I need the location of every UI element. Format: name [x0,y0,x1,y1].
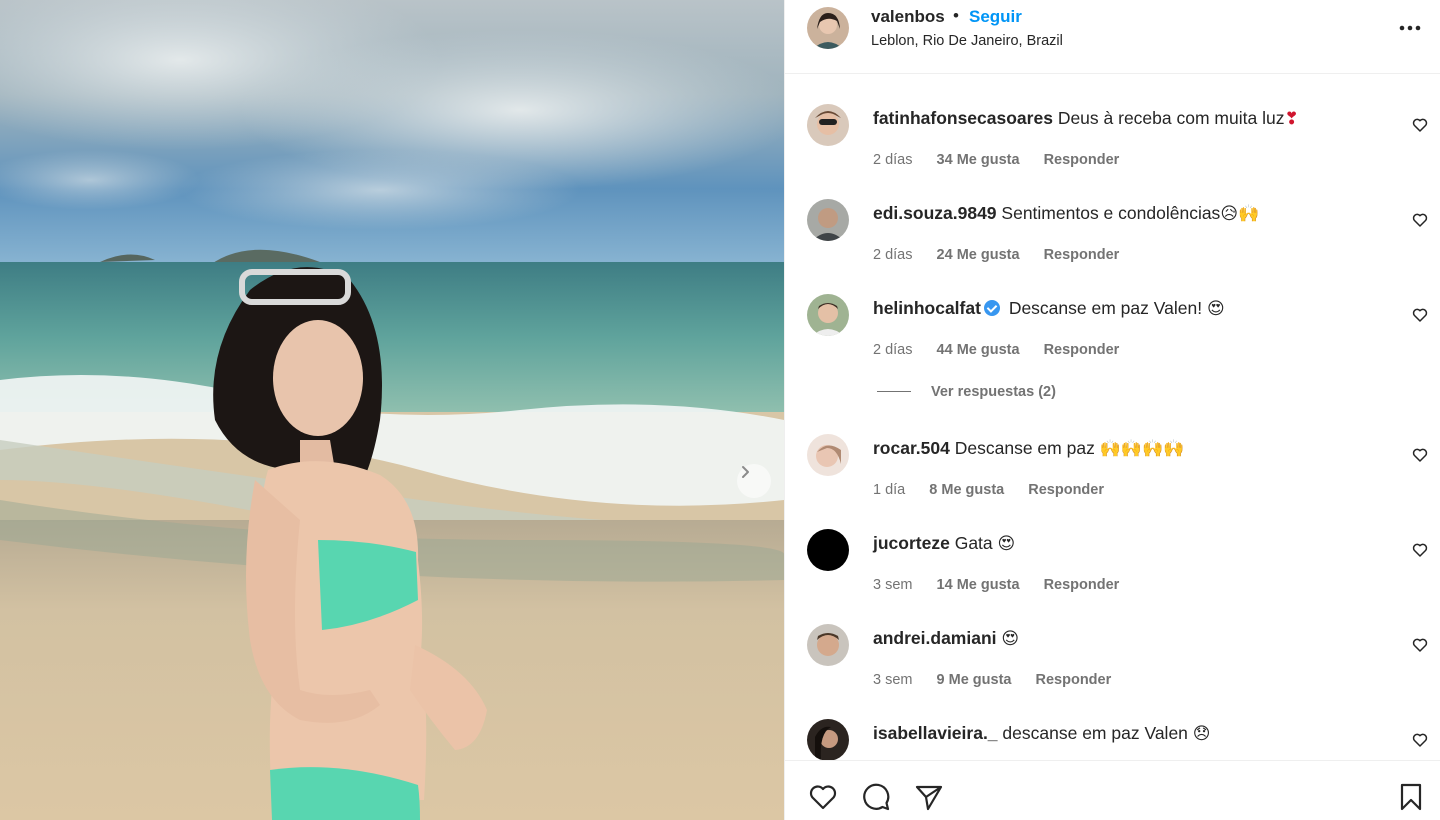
comment-body: Descanse em paz [954,438,1095,458]
commenter-avatar[interactable] [807,199,849,241]
comment-likes[interactable]: 8 Me gusta [929,482,1004,498]
bookmark-icon[interactable] [1395,781,1427,813]
comment-time: 2 días [873,152,913,168]
comment-text-line: edi.souza.9849 Sentimentos e condolência… [873,203,1259,224]
comment-body: Gata [954,533,993,553]
comment-meta: 1 día 8 Me gusta Responder [873,482,1124,498]
comment-item: helinhocalfat Descanse em paz Valen! 😍 2… [785,286,1440,378]
commenter-avatar[interactable] [807,529,849,571]
comment-username[interactable]: andrei.damiani [873,628,997,648]
beach-photo-image [0,0,784,820]
comment-likes[interactable]: 44 Me gusta [937,342,1020,358]
comment-text-line: isabellavieira._ descanse em paz Valen 😞 [873,723,1211,744]
heart-eyes-emoji: 😍 [997,534,1016,554]
comment-meta: 3 sem 9 Me gusta Responder [873,672,1131,688]
comment-text-line: andrei.damiani 😍 [873,628,1019,649]
comment-likes[interactable]: 9 Me gusta [937,672,1012,688]
view-replies-label: Ver respuestas (2) [931,384,1056,400]
commenter-avatar[interactable] [807,434,849,476]
comment-meta: 3 sem 14 Me gusta Responder [873,577,1139,593]
reply-button[interactable]: Responder [1036,672,1112,688]
comment-username[interactable]: fatinhafonsecasoares [873,108,1053,128]
heart-eyes-emoji: 😍 [1001,629,1020,649]
comment-time: 3 sem [873,672,913,688]
sad-praise-emoji: 😥🙌 [1220,204,1260,224]
post-sidebar: valenbos • Seguir Leblon, Rio De Janeiro… [784,0,1440,820]
chevron-right-icon [742,466,749,478]
reply-button[interactable]: Responder [1044,247,1120,263]
next-photo-button[interactable] [737,464,771,498]
comment-body: Sentimentos e condolências [1001,203,1221,223]
post-location[interactable]: Leblon, Rio De Janeiro, Brazil [871,33,1063,49]
comment-body: Descanse em paz Valen! [1008,298,1203,318]
comment-body: descanse em paz Valen [1002,723,1188,743]
comment-username[interactable]: jucorteze [873,533,950,553]
praise-hands-emoji: 🙌🙌🙌🙌 [1099,439,1185,459]
comment-likes[interactable]: 34 Me gusta [937,152,1020,168]
commenter-avatar[interactable] [807,624,849,666]
post-header: valenbos • Seguir Leblon, Rio De Janeiro… [785,0,1440,74]
reply-button[interactable]: Responder [1044,577,1120,593]
heart-exclamation-emoji: ❣ [1284,109,1299,129]
comment-username[interactable]: rocar.504 [873,438,950,458]
comment-username[interactable]: edi.souza.9849 [873,203,997,223]
comment-time: 1 día [873,482,906,498]
follow-button[interactable]: Seguir [969,7,1022,27]
comment-like-heart-icon[interactable] [1411,116,1429,134]
comment-meta: 2 días 44 Me gusta Responder [873,342,1139,358]
view-replies-button[interactable]: Ver respuestas (2) [877,384,1056,400]
more-horizontal-icon[interactable] [1393,16,1427,40]
comment-time: 3 sem [873,577,913,593]
commenter-avatar[interactable] [807,719,849,761]
comment-like-heart-icon[interactable] [1411,211,1429,229]
comment-like-heart-icon[interactable] [1411,731,1429,749]
comment-text-line: rocar.504 Descanse em paz 🙌🙌🙌🙌 [873,438,1184,459]
comment-icon[interactable] [860,781,892,813]
comment-likes[interactable]: 24 Me gusta [937,247,1020,263]
disappointed-face-emoji: 😞 [1192,724,1211,744]
comment-item: jucorteze Gata 😍 3 sem 14 Me gusta Respo… [785,521,1440,613]
commenter-avatar[interactable] [807,104,849,146]
comment-like-heart-icon[interactable] [1411,446,1429,464]
comment-username[interactable]: isabellavieira._ [873,723,998,743]
comment-item: rocar.504 Descanse em paz 🙌🙌🙌🙌 1 día 8 M… [785,426,1440,518]
comment-username[interactable]: helinhocalfat [873,298,981,318]
reply-button[interactable]: Responder [1044,152,1120,168]
comment-like-heart-icon[interactable] [1411,306,1429,324]
comment-body: Deus à receba com muita luz [1057,108,1285,128]
reply-button[interactable]: Responder [1028,482,1104,498]
comment-meta: 2 días 34 Me gusta Responder [873,152,1139,168]
post-action-bar [785,760,1440,820]
comment-item: edi.souza.9849 Sentimentos e condolência… [785,191,1440,283]
send-icon[interactable] [913,781,945,813]
author-avatar[interactable] [807,7,849,49]
comment-text-line: helinhocalfat Descanse em paz Valen! 😍 [873,298,1225,319]
author-username[interactable]: valenbos [871,7,945,27]
separator-dot: • [953,6,959,25]
comment-like-heart-icon[interactable] [1411,636,1429,654]
heart-eyes-emoji: 😍 [1206,299,1225,319]
comment-item: andrei.damiani 😍 3 sem 9 Me gusta Respon… [785,616,1440,708]
comment-item: fatinhafonsecasoares Deus à receba com m… [785,96,1440,188]
comment-time: 2 días [873,247,913,263]
post-photo[interactable] [0,0,784,820]
comment-like-heart-icon[interactable] [1411,541,1429,559]
comment-text-line: fatinhafonsecasoares Deus à receba com m… [873,108,1299,129]
reply-button[interactable]: Responder [1044,342,1120,358]
verified-badge-icon [983,300,1000,316]
comment-likes[interactable]: 14 Me gusta [937,577,1020,593]
comment-time: 2 días [873,342,913,358]
heart-icon[interactable] [807,781,839,813]
comment-meta: 2 días 24 Me gusta Responder [873,247,1139,263]
commenter-avatar[interactable] [807,294,849,336]
replies-divider [877,391,911,392]
comment-text-line: jucorteze Gata 😍 [873,533,1015,554]
